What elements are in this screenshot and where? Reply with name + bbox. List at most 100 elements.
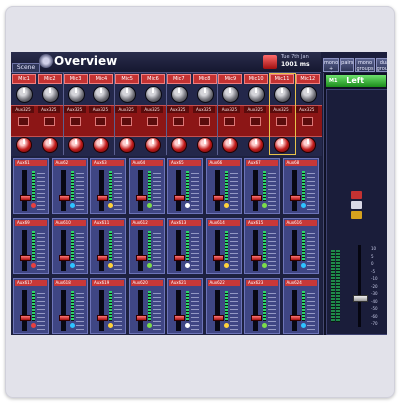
aux-fader-strip[interactable]: Aux69 <box>13 218 49 274</box>
aux-assign-label[interactable]: Aux325 <box>115 106 138 113</box>
channel-label[interactable]: Mic4 <box>89 74 114 84</box>
aux-fader-cap[interactable] <box>97 315 108 321</box>
aux-fader-track[interactable] <box>176 170 181 211</box>
aux-fader-cap[interactable] <box>135 255 147 261</box>
aux-fader-cap[interactable] <box>174 195 185 201</box>
aux-fader-cap[interactable] <box>212 315 224 321</box>
master-mute-button[interactable] <box>351 191 362 199</box>
aux-assign-label[interactable]: Aux325 <box>166 106 189 113</box>
master-fader-cap[interactable] <box>353 295 368 302</box>
aux-fader-strip[interactable]: Aux62 <box>51 158 88 214</box>
pan-knob[interactable] <box>170 137 187 153</box>
aux-fader-strip[interactable]: Aux66 <box>205 158 242 214</box>
view-button-mono-groups[interactable]: mono groups <box>355 58 375 72</box>
channel-label[interactable]: Mic6 <box>141 74 165 84</box>
pan-knob[interactable] <box>222 137 239 153</box>
aux-fader-track[interactable] <box>214 230 220 271</box>
aux-fader-track[interactable] <box>137 230 143 271</box>
aux-fader-cap[interactable] <box>212 255 224 261</box>
pan-knob[interactable] <box>93 137 110 153</box>
view-button-mono-pairs[interactable]: mono + pairs <box>323 58 340 78</box>
aux-send-button[interactable] <box>301 117 313 126</box>
aux-send-button[interactable] <box>121 117 133 126</box>
aux-fader-strip[interactable]: Aux67 <box>244 158 280 214</box>
aux-send-button[interactable] <box>224 117 236 126</box>
aux-fader-track[interactable] <box>214 290 220 331</box>
channel-label[interactable]: Mic9 <box>218 74 243 84</box>
pan-knob[interactable] <box>41 137 58 153</box>
aux-assign-label[interactable]: Aux325 <box>244 106 267 113</box>
aux-fader-cap[interactable] <box>251 195 262 201</box>
aux-fader-track[interactable] <box>60 290 66 331</box>
aux-fader-strip[interactable]: Aux612 <box>128 218 165 274</box>
channel-label[interactable]: Mic2 <box>37 74 62 84</box>
aux-fader-strip[interactable]: Aux617 <box>13 278 49 334</box>
aux-fader-cap[interactable] <box>97 255 108 261</box>
aux-fader-strip[interactable]: Aux624 <box>282 278 319 334</box>
aux-fader-track[interactable] <box>253 290 258 331</box>
aux-fader-cap[interactable] <box>251 315 262 321</box>
channel-label[interactable]: Mic8 <box>192 74 217 84</box>
aux-fader-cap[interactable] <box>20 315 31 321</box>
channel-label[interactable]: Mic7 <box>166 74 191 84</box>
aux-fader-cap[interactable] <box>289 315 301 321</box>
channel-label[interactable]: Mic3 <box>63 74 88 84</box>
view-button-dual-groups[interactable]: dual groups <box>375 58 387 72</box>
aux-fader-track[interactable] <box>291 230 297 271</box>
aux-fader-cap[interactable] <box>58 255 70 261</box>
aux-fader-cap[interactable] <box>135 195 147 201</box>
aux-fader-cap[interactable] <box>97 195 108 201</box>
aux-fader-cap[interactable] <box>251 255 262 261</box>
aux-send-button[interactable] <box>43 117 55 126</box>
aux-fader-track[interactable] <box>22 170 27 211</box>
aux-fader-strip[interactable]: Aux610 <box>51 218 88 274</box>
aux-fader-strip[interactable]: Aux614 <box>205 218 242 274</box>
pan-knob[interactable] <box>248 137 265 153</box>
aux-fader-strip[interactable]: Aux622 <box>205 278 242 334</box>
aux-fader-strip[interactable]: Aux68 <box>282 158 319 214</box>
gain-knob[interactable] <box>93 86 111 103</box>
aux-fader-strip[interactable]: Aux65 <box>167 158 203 214</box>
aux-fader-strip[interactable]: Aux616 <box>282 218 319 274</box>
master-fader-track[interactable] <box>358 245 361 327</box>
aux-fader-cap[interactable] <box>174 255 185 261</box>
pan-knob[interactable] <box>67 137 84 153</box>
master-header[interactable]: M1 Left <box>326 75 386 87</box>
master-solo-button[interactable] <box>351 201 362 209</box>
aux-fader-track[interactable] <box>99 170 104 211</box>
aux-fader-cap[interactable] <box>20 255 31 261</box>
aux-fader-track[interactable] <box>253 230 258 271</box>
aux-fader-track[interactable] <box>22 230 27 271</box>
aux-fader-cap[interactable] <box>135 315 147 321</box>
aux-fader-cap[interactable] <box>212 195 224 201</box>
aux-fader-track[interactable] <box>60 170 66 211</box>
aux-send-button[interactable] <box>18 117 29 126</box>
aux-send-button[interactable] <box>95 117 107 126</box>
pan-knob[interactable] <box>145 137 161 153</box>
aux-fader-strip[interactable]: Aux615 <box>244 218 280 274</box>
alert-icon[interactable] <box>263 55 277 69</box>
aux-send-button[interactable] <box>198 117 210 126</box>
aux-send-button[interactable] <box>250 117 262 126</box>
aux-fader-cap[interactable] <box>58 315 70 321</box>
master-select-button[interactable] <box>351 211 362 219</box>
gain-knob[interactable] <box>196 86 214 103</box>
aux-send-button[interactable] <box>147 117 158 126</box>
gain-knob[interactable] <box>16 86 33 103</box>
aux-fader-track[interactable] <box>99 290 104 331</box>
pan-knob[interactable] <box>16 137 32 153</box>
channel-label[interactable]: Mic12 <box>295 74 320 84</box>
aux-fader-track[interactable] <box>137 290 143 331</box>
aux-fader-strip[interactable]: Aux620 <box>128 278 165 334</box>
aux-fader-track[interactable] <box>214 170 220 211</box>
aux-fader-cap[interactable] <box>289 255 301 261</box>
aux-fader-strip[interactable]: Aux613 <box>167 218 203 274</box>
view-button-pairs[interactable]: pairs <box>340 58 355 72</box>
aux-assign-label[interactable]: Aux325 <box>141 106 163 113</box>
channel-label[interactable]: Mic5 <box>115 74 140 84</box>
aux-assign-label[interactable]: Aux325 <box>295 106 318 113</box>
channel-label[interactable]: Mic1 <box>12 74 36 84</box>
aux-fader-cap[interactable] <box>58 195 70 201</box>
aux-fader-track[interactable] <box>291 170 297 211</box>
aux-assign-label[interactable]: Aux325 <box>12 106 34 113</box>
